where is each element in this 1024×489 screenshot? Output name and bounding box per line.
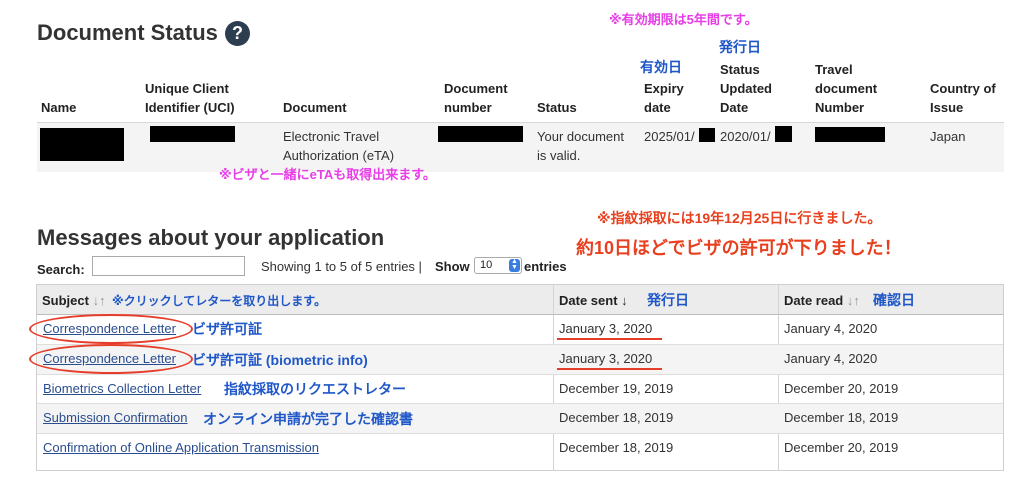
document-status-title: Document Status (37, 20, 218, 45)
header-country: Country of Issue (930, 81, 996, 115)
row4-date-sent: December 18, 2019 (559, 410, 674, 425)
showing-entries-text: Showing 1 to 5 of 5 entries | (261, 259, 422, 274)
expiry-jp-note: 有効日 (640, 59, 682, 75)
column-divider-1 (553, 285, 554, 470)
row4-note: オンライン申請が完了した確認書 (203, 411, 413, 427)
row5-date-read: December 20, 2019 (784, 440, 899, 455)
redacted-uci (150, 126, 235, 142)
sort-both-icon: ↓↑ (92, 293, 106, 308)
sort-both-icon: ↓↑ (846, 293, 860, 308)
column-date-sent[interactable]: Date sent ↓ (559, 291, 628, 310)
header-name: Name (41, 100, 77, 115)
redacted-name (40, 128, 124, 161)
updated-value: 2020/01/ (720, 129, 771, 144)
header-expiry: Expiry date (644, 81, 684, 115)
messages-title: Messages about your application (37, 225, 385, 250)
header-status-updated: Status Updated Date (720, 62, 772, 115)
header-travel-document: Travel document Number (815, 62, 878, 115)
header-status: Status (537, 100, 577, 115)
page-size-select[interactable]: 10 ▲ ▼ (474, 257, 522, 274)
header-document: Document (283, 100, 347, 115)
subject-link-biometrics[interactable]: Biometrics Collection Letter (43, 381, 201, 396)
row3-date-sent: December 19, 2019 (559, 381, 674, 396)
row-separator (37, 374, 1003, 375)
search-input[interactable] (92, 256, 245, 276)
row1-note: ビザ許可証 (192, 321, 262, 337)
redacted-travel-document (815, 127, 885, 142)
visa-approval-note: 約10日ほどでビザの許可が下りました！ (576, 238, 902, 258)
row2-note: ビザ許可証 (biometric info) (192, 352, 368, 368)
updated-jp-note: 発行日 (719, 39, 761, 55)
subject-note: ※クリックしてレターを取り出します。 (112, 294, 327, 308)
header-document-number: Document number (444, 81, 508, 115)
select-arrows-icon: ▲ ▼ (509, 258, 520, 272)
show-label: Show (435, 259, 470, 274)
redacted-updated-day (775, 126, 792, 142)
document-type: Electronic Travel Authorization (eTA) (283, 129, 395, 163)
row2-date-sent: January 3, 2020 (559, 351, 653, 366)
row4-date-read: December 18, 2019 (784, 410, 899, 425)
header-uci: Unique Client Identifier (UCI) (145, 81, 235, 115)
highlight-oval-row1 (29, 314, 193, 344)
header-divider (37, 314, 1003, 315)
eta-note: ※ビザと一緒にeTAも取得出来ます。 (219, 167, 436, 182)
search-label: Search: (37, 262, 85, 277)
row-separator (37, 433, 1003, 434)
redacted-expiry-day (699, 128, 715, 142)
column-date-read[interactable]: Date read ↓↑ (784, 291, 860, 310)
subject-link-online-transmission[interactable]: Confirmation of Online Application Trans… (43, 440, 319, 455)
highlight-underline-row1 (557, 338, 662, 340)
row3-date-read: December 20, 2019 (784, 381, 899, 396)
column-subject[interactable]: Subject ↓↑ (42, 291, 106, 310)
highlight-oval-row2 (29, 344, 193, 374)
date-read-jp-note: 確認日 (873, 292, 915, 308)
sort-desc-arrow-icon: ↓ (621, 293, 628, 308)
row1-date-sent: January 3, 2020 (559, 321, 653, 336)
question-circle-icon[interactable]: ? (225, 21, 250, 46)
status-value: Your document is valid. (537, 129, 624, 163)
redacted-document-number (438, 126, 523, 142)
row1-date-read: January 4, 2020 (784, 321, 878, 336)
page-size-value: 10 (480, 259, 493, 271)
highlight-underline-row2 (557, 368, 662, 370)
column-divider-2 (778, 285, 779, 470)
fingerprint-note: ※指紋採取には19年12月25日に行きました。 (597, 210, 882, 226)
status-row-divider (37, 122, 1004, 123)
row5-date-sent: December 18, 2019 (559, 440, 674, 455)
country-value: Japan (930, 129, 966, 144)
subject-link-submission[interactable]: Submission Confirmation (43, 410, 188, 425)
expiry-value: 2025/01/ (644, 129, 695, 144)
validity-note: ※有効期限は5年間です。 (609, 12, 758, 27)
row2-date-read: January 4, 2020 (784, 351, 878, 366)
entries-label: entries (524, 259, 567, 274)
date-sent-jp-note: 発行日 (647, 292, 689, 308)
row3-note: 指紋採取のリクエストレター (224, 381, 406, 397)
